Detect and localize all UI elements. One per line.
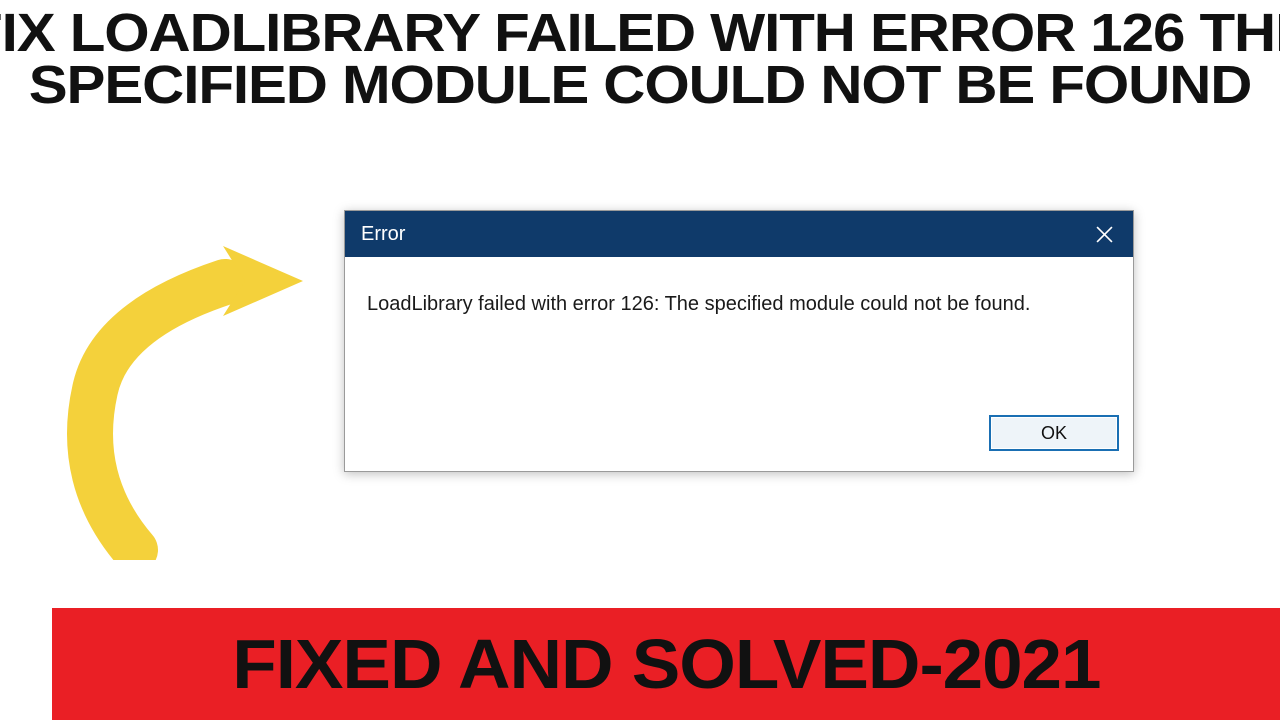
ok-button[interactable]: OK — [989, 415, 1119, 451]
dialog-footer: OK — [345, 407, 1133, 471]
close-button[interactable] — [1075, 211, 1133, 257]
footer-banner: FIXED AND SOLVED-2021 — [52, 608, 1280, 720]
thumbnail-headline: FIX LOADLIBRARY FAILED WITH ERROR 126 TH… — [0, 8, 1280, 112]
close-icon — [1096, 226, 1113, 243]
banner-text: FIXED AND SOLVED-2021 — [232, 624, 1100, 704]
dialog-message: LoadLibrary failed with error 126: The s… — [345, 257, 1133, 407]
pointer-arrow-icon — [55, 230, 345, 560]
dialog-titlebar: Error — [345, 211, 1133, 257]
error-dialog: Error LoadLibrary failed with error 126:… — [344, 210, 1134, 472]
dialog-title: Error — [361, 223, 405, 246]
